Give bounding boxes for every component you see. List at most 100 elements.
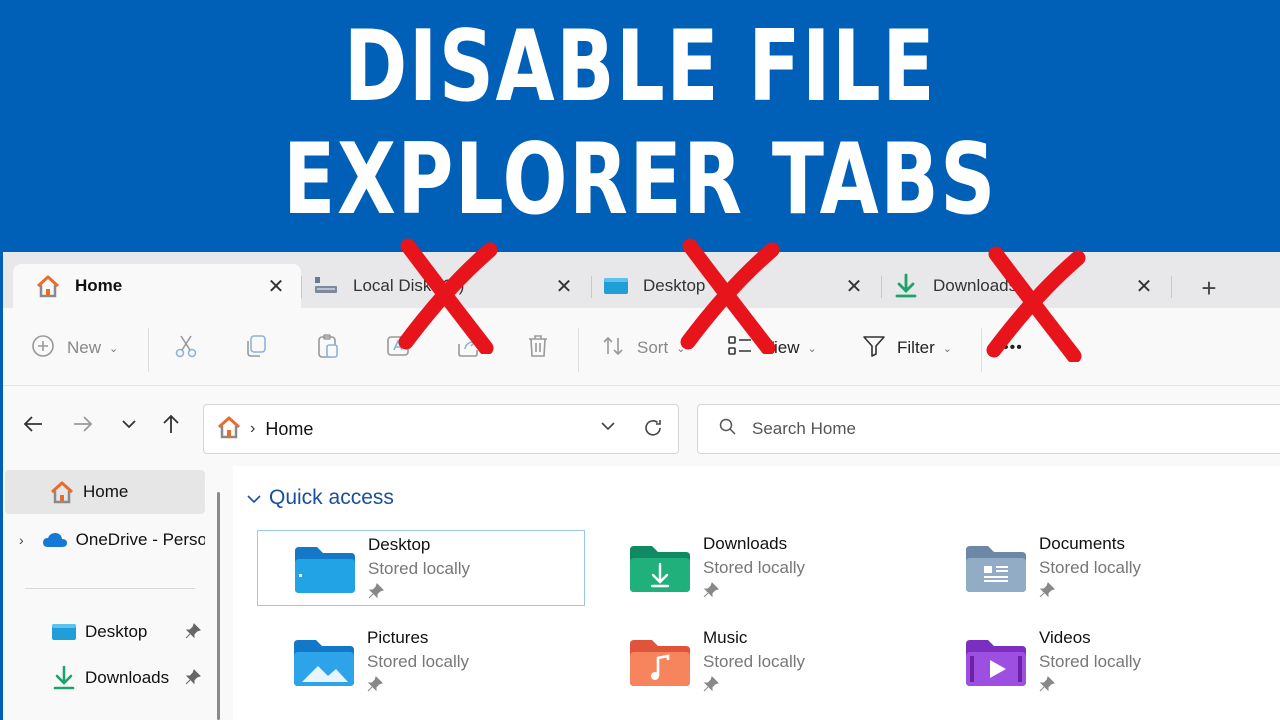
quick-access-header[interactable]: Quick access — [247, 486, 394, 510]
pin-icon[interactable] — [185, 623, 201, 644]
copy-icon — [243, 333, 269, 364]
sidebar-item-label: Home — [83, 482, 129, 501]
download-icon — [893, 273, 919, 299]
close-icon[interactable]: ✕ — [265, 275, 287, 298]
headline-line-2: EXPLORER TABS — [283, 123, 997, 237]
tile-name: Videos — [1039, 628, 1091, 647]
tile-status: Stored locally — [368, 559, 471, 578]
tile-status: Stored locally — [703, 652, 806, 671]
tile-text: Pictures Stored locally — [367, 624, 469, 700]
chevron-down-icon: ⌄ — [942, 342, 952, 355]
close-icon[interactable]: ✕ — [1133, 275, 1155, 298]
music-folder-icon — [623, 624, 697, 700]
quick-access-tile-desktop[interactable]: Desktop Stored locally — [257, 530, 585, 606]
recent-locations-button[interactable] — [113, 410, 145, 442]
close-icon[interactable]: ✕ — [553, 275, 575, 298]
filter-button[interactable]: Filter ⌄ — [861, 330, 952, 366]
new-tab-button[interactable]: + — [1193, 272, 1225, 304]
chevron-down-icon[interactable] — [600, 419, 616, 437]
pin-icon — [367, 676, 469, 697]
navigation-bar: › Home Search Home — [3, 386, 1280, 466]
tile-status: Stored locally — [703, 558, 806, 577]
quick-access-tile-pictures[interactable]: Pictures Stored locally — [257, 624, 585, 700]
chevron-down-icon: ⌄ — [109, 342, 119, 355]
download-icon — [51, 665, 77, 691]
tile-text: Desktop Stored locally — [368, 531, 470, 605]
desktop-folder-icon — [288, 531, 362, 607]
filter-label: Filter — [897, 338, 935, 357]
forward-button[interactable] — [67, 410, 99, 442]
tile-text: Music Stored locally — [703, 624, 805, 700]
pictures-folder-icon — [287, 624, 361, 700]
quick-access-tile-downloads[interactable]: Downloads Stored locally — [593, 530, 921, 606]
tile-status: Stored locally — [1039, 652, 1142, 671]
copy-button[interactable] — [243, 330, 269, 366]
home-icon — [35, 273, 61, 299]
arrow-right-icon — [72, 413, 94, 440]
home-icon — [216, 415, 242, 444]
command-divider — [981, 328, 982, 372]
breadcrumb-chevron-icon: › — [250, 420, 256, 437]
plus-circle-icon — [31, 334, 55, 363]
tile-name: Pictures — [367, 628, 429, 647]
home-icon — [49, 479, 75, 505]
paste-button[interactable] — [315, 330, 341, 366]
red-x-mark-icon — [680, 238, 780, 354]
pin-icon — [368, 583, 470, 604]
trash-icon — [525, 333, 551, 364]
tab-home[interactable]: Home ✕ — [13, 264, 301, 308]
sidebar-item-home[interactable]: Home — [5, 470, 205, 514]
chevron-right-icon[interactable]: › — [19, 532, 24, 548]
cloud-icon — [42, 527, 68, 553]
search-box[interactable]: Search Home — [697, 404, 1280, 454]
arrow-left-icon — [22, 413, 44, 440]
new-label: New — [67, 338, 102, 357]
breadcrumb-home[interactable]: Home — [265, 419, 313, 440]
sidebar-item-label: Desktop — [85, 622, 148, 641]
headline-banner: DISABLE FILE EXPLORER TABS — [0, 0, 1280, 250]
refresh-icon[interactable] — [642, 417, 664, 444]
sort-button[interactable]: Sort ⌄ — [601, 330, 685, 366]
videos-folder-icon — [959, 624, 1033, 700]
pin-icon — [1039, 582, 1141, 603]
sidebar-item-onedrive[interactable]: › OneDrive - Personal — [19, 518, 205, 562]
content-pane: Quick access Desktop Stored locally Down… — [233, 466, 1280, 720]
quick-access-tile-documents[interactable]: Documents Stored locally — [929, 530, 1257, 606]
headline-line-1: DISABLE FILE — [343, 10, 937, 124]
tile-name: Downloads — [703, 534, 788, 553]
new-button[interactable]: New ⌄ — [31, 330, 118, 366]
up-button[interactable] — [155, 410, 187, 442]
tile-status: Stored locally — [1039, 558, 1142, 577]
tab-divider — [1171, 276, 1172, 298]
pin-icon — [703, 582, 805, 603]
search-icon — [718, 417, 738, 442]
quick-access-title: Quick access — [269, 486, 394, 509]
tab-strip: Home ✕ Local Disk (C:) ✕ Desktop ✕ Downl… — [3, 252, 1280, 308]
cut-button[interactable] — [173, 330, 199, 366]
quick-access-tile-music[interactable]: Music Stored locally — [593, 624, 921, 700]
sidebar-divider — [25, 588, 195, 589]
close-icon[interactable]: ✕ — [843, 275, 865, 298]
pin-icon[interactable] — [185, 669, 201, 690]
chevron-down-icon — [247, 486, 261, 510]
desktop-icon — [603, 273, 629, 299]
back-button[interactable] — [17, 410, 49, 442]
address-bar[interactable]: › Home — [203, 404, 679, 454]
quick-access-tile-videos[interactable]: Videos Stored locally — [929, 624, 1257, 700]
pin-icon — [1039, 676, 1141, 697]
sidebar-item-desktop[interactable]: Desktop — [51, 610, 205, 654]
navigation-pane: Home › OneDrive - Personal Desktop Downl… — [3, 466, 233, 720]
scissors-icon — [173, 333, 199, 364]
sort-label: Sort — [637, 338, 669, 357]
tab-label: Home — [75, 276, 123, 295]
tile-status: Stored locally — [367, 652, 470, 671]
search-input[interactable]: Search Home — [752, 419, 856, 439]
pin-icon — [703, 676, 805, 697]
clipboard-icon — [315, 333, 341, 364]
delete-button[interactable] — [525, 330, 551, 366]
tile-name: Music — [703, 628, 748, 647]
sidebar-scrollbar[interactable] — [217, 492, 220, 720]
desktop-icon — [51, 619, 77, 645]
tile-text: Documents Stored locally — [1039, 530, 1141, 606]
sidebar-item-downloads[interactable]: Downloads — [51, 656, 205, 700]
